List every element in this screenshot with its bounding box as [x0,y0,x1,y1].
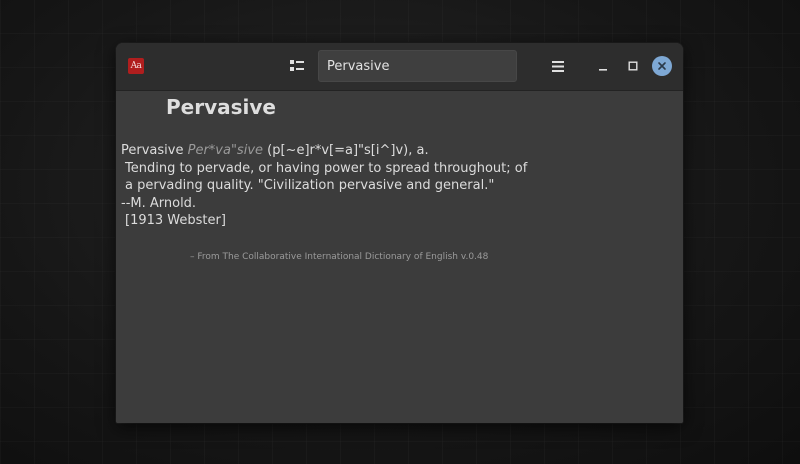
header-bar: Aa [116,43,683,91]
definition-view: Pervasive Pervasive Per*va"sive (p[~e]r*… [116,91,683,423]
dictionary-source-footer: – From The Collaborative International D… [190,252,489,262]
close-icon [658,62,666,70]
minimize-icon [599,69,607,71]
quote-attribution: --M. Arnold. [121,195,197,211]
menu-button[interactable] [546,54,570,78]
view-toggle-icon [290,60,304,71]
search-input[interactable] [318,50,517,82]
source-citation: [1913 Webster] [125,213,226,228]
view-toggle-button[interactable] [285,54,309,78]
dictionary-window: Aa Pervasive Pervasive Pervasive Per*va"… [116,43,683,423]
hamburger-menu-icon [552,60,564,72]
definition-line: a pervading quality. "Civilization perva… [125,178,495,193]
dictionary-app-icon: Aa [128,58,144,74]
definition-text: Pervasive Per*va"sive (p[~e]r*v[=a]"s[i^… [121,142,671,230]
maximize-button[interactable] [621,54,645,78]
minimize-button[interactable] [591,54,615,78]
pronunciation: Per*va"sive [187,143,264,158]
entry-word: Pervasive [121,143,184,158]
definition-line: Tending to pervade, or having power to s… [125,160,528,176]
close-button[interactable] [652,56,672,76]
maximize-icon [628,61,638,71]
headword-title: Pervasive [166,95,276,119]
entry-headline: Pervasive Per*va"sive (p[~e]r*v[=a]"s[i^… [121,142,671,160]
phonetic-notation: (p[~e]r*v[=a]"s[i^]v), a. [267,143,429,158]
